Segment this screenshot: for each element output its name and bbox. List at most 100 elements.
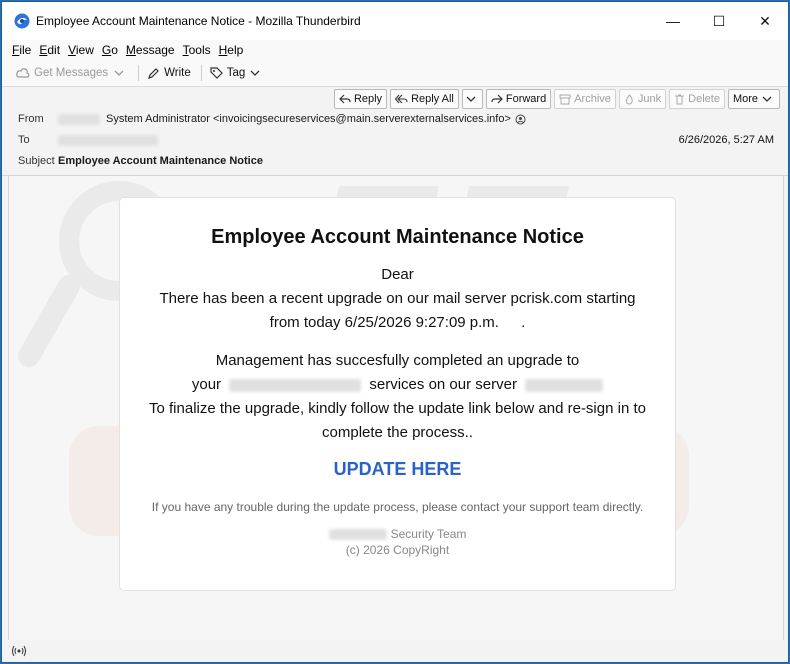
menu-message[interactable]: Message xyxy=(126,43,175,57)
redacted-company xyxy=(328,529,387,541)
menu-help[interactable]: Help xyxy=(219,43,244,57)
redacted-server xyxy=(525,378,604,392)
archive-label: Archive xyxy=(574,93,611,105)
forward-icon xyxy=(491,94,503,104)
chevron-down-icon xyxy=(466,96,476,102)
email-heading: Employee Account Maintenance Notice xyxy=(211,226,584,248)
menu-message-label: essage xyxy=(135,43,175,57)
junk-button[interactable]: Junk xyxy=(618,89,667,109)
reply-icon xyxy=(339,94,351,104)
copyright: (c) 2026 CopyRight xyxy=(345,543,450,557)
menu-edit[interactable]: Edit xyxy=(39,43,60,57)
message-date: 6/26/2026, 5:27 AM xyxy=(678,134,774,146)
menu-help-accel: H xyxy=(218,43,228,57)
message-actions: Reply Reply All Forward Archive Junk Del… xyxy=(333,89,780,109)
body-line-5: To finalize the upgrade, kindly follow t… xyxy=(149,400,646,417)
update-link[interactable]: UPDATE HERE xyxy=(334,459,462,480)
menu-file-label: ile xyxy=(19,43,32,57)
from-row: From System Administrator <invoicingsecu… xyxy=(18,113,526,125)
chevron-down-icon xyxy=(762,96,772,102)
minimize-button[interactable]: — xyxy=(650,2,696,40)
signature: Security Team (c) 2026 CopyRight xyxy=(120,526,675,558)
subject-value: Employee Account Maintenance Notice xyxy=(58,155,263,167)
team-label: Security Team xyxy=(390,527,467,541)
email-card: Employee Account Maintenance Notice Dear… xyxy=(119,197,676,591)
menu-tools-label: ools xyxy=(188,43,211,57)
subject-row: Subject Employee Account Maintenance Not… xyxy=(18,155,263,167)
menu-tools[interactable]: Tools xyxy=(183,43,211,57)
menu-go[interactable]: Go xyxy=(102,43,118,57)
maximize-button[interactable]: ☐ xyxy=(696,2,742,40)
tag-button[interactable]: Tag xyxy=(210,66,265,80)
menu-edit-label: dit xyxy=(47,43,61,57)
trailing-period: . xyxy=(521,314,526,331)
signature-team: Security Team xyxy=(120,526,675,542)
archive-button[interactable]: Archive xyxy=(554,89,616,109)
get-messages-button[interactable]: Get Messages xyxy=(16,67,128,79)
junk-label: Junk xyxy=(637,93,662,105)
more-label: More xyxy=(732,93,758,105)
activity-icon[interactable] xyxy=(12,645,26,657)
body-line-4-end: services on our server xyxy=(369,376,517,393)
flame-icon xyxy=(625,93,633,105)
redacted-email xyxy=(229,378,362,392)
cloud-download-icon xyxy=(16,68,30,78)
greeting: Dear xyxy=(381,266,414,283)
redacted-recipient xyxy=(58,134,158,146)
menu-view[interactable]: View xyxy=(68,43,94,57)
more-button[interactable]: More xyxy=(727,89,780,109)
from-label: From xyxy=(18,113,44,125)
chevron-down-icon xyxy=(114,70,124,76)
message-header: Reply Reply All Forward Archive Junk Del… xyxy=(2,87,788,176)
main-toolbar: Get Messages Write Tag xyxy=(2,60,788,87)
menu-bar: File Edit View Go Message Tools Help xyxy=(2,40,788,60)
menu-help-label: elp xyxy=(227,43,244,57)
from-value[interactable]: System Administrator <invoicingsecureser… xyxy=(106,113,511,125)
write-label: Write xyxy=(164,67,191,79)
tag-icon xyxy=(210,66,223,79)
menu-message-accel: M xyxy=(125,43,136,57)
address-book-icon[interactable] xyxy=(515,114,526,125)
archive-icon xyxy=(559,94,571,104)
reply-label: Reply xyxy=(353,93,383,105)
menu-view-label: iew xyxy=(75,43,94,57)
to-row: To xyxy=(18,134,158,146)
toolbar-divider xyxy=(138,65,140,81)
body-line-3: Management has succesfully completed an … xyxy=(215,352,580,369)
message-body: Employee Account Maintenance Notice Dear… xyxy=(8,175,784,642)
delete-button[interactable]: Delete xyxy=(669,89,725,109)
toolbar-divider xyxy=(200,65,202,81)
menu-go-label: o xyxy=(111,43,118,57)
trash-icon xyxy=(675,94,685,104)
reply-all-icon xyxy=(395,94,408,104)
window-title: Employee Account Maintenance Notice - Mo… xyxy=(36,14,361,28)
menu-go-accel: G xyxy=(101,43,112,57)
reply-button[interactable]: Reply xyxy=(333,89,388,109)
trouble-note: If you have any trouble during the updat… xyxy=(151,500,644,514)
body-line-4: your services on our server xyxy=(120,373,675,397)
status-bar xyxy=(2,640,788,662)
body-line-1: There has been a recent upgrade on our m… xyxy=(159,290,636,307)
body-line-6: complete the process.. xyxy=(322,424,473,441)
thunderbird-logo-icon xyxy=(14,13,30,29)
window-controls: — ☐ ✕ xyxy=(650,2,788,40)
forward-button[interactable]: Forward xyxy=(485,89,552,109)
upgrade-date: from today 6/25/2026 9:27:09 p.m. xyxy=(269,314,499,331)
close-button[interactable]: ✕ xyxy=(742,2,788,40)
reply-all-label: Reply All xyxy=(411,93,454,105)
tag-label: Tag xyxy=(226,67,246,79)
menu-file[interactable]: File xyxy=(12,43,31,57)
to-label: To xyxy=(18,134,30,146)
thunderbird-window: Employee Account Maintenance Notice - Mo… xyxy=(1,1,789,663)
reply-all-button[interactable]: Reply All xyxy=(390,89,459,109)
title-bar: Employee Account Maintenance Notice - Mo… xyxy=(2,2,788,40)
chevron-down-icon xyxy=(250,70,260,76)
menu-view-accel: V xyxy=(68,43,76,57)
write-button[interactable]: Write xyxy=(147,67,191,80)
delete-label: Delete xyxy=(688,93,720,105)
body-line-4-start: your xyxy=(191,376,222,393)
reply-dropdown-button[interactable] xyxy=(461,89,483,109)
subject-label: Subject xyxy=(18,155,55,167)
body-line-2: from today 6/25/2026 9:27:09 p.m. . xyxy=(120,311,675,335)
